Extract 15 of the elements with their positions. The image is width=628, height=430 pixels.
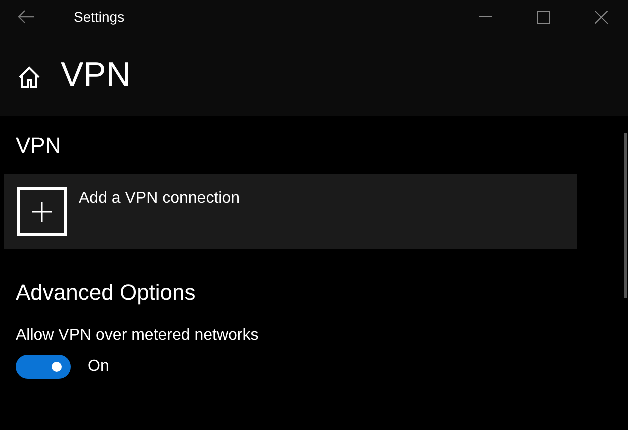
- add-vpn-button[interactable]: Add a VPN connection: [4, 174, 577, 249]
- close-icon[interactable]: [595, 10, 608, 24]
- minimize-icon[interactable]: [479, 16, 492, 18]
- maximize-icon[interactable]: [537, 10, 550, 24]
- scrollbar-thumb[interactable]: [624, 133, 627, 298]
- page-title: VPN: [61, 55, 131, 95]
- home-icon[interactable]: [18, 66, 41, 88]
- back-arrow-icon[interactable]: [17, 10, 35, 24]
- toggle-switch[interactable]: [16, 355, 71, 379]
- toggle-state: On: [88, 358, 110, 376]
- section-heading: Advanced Options: [16, 279, 197, 307]
- section-heading: VPN: [16, 132, 62, 160]
- plus-icon: [17, 187, 67, 236]
- setting-label: Allow VPN over metered networks: [16, 327, 260, 345]
- window-title: Settings: [74, 9, 125, 25]
